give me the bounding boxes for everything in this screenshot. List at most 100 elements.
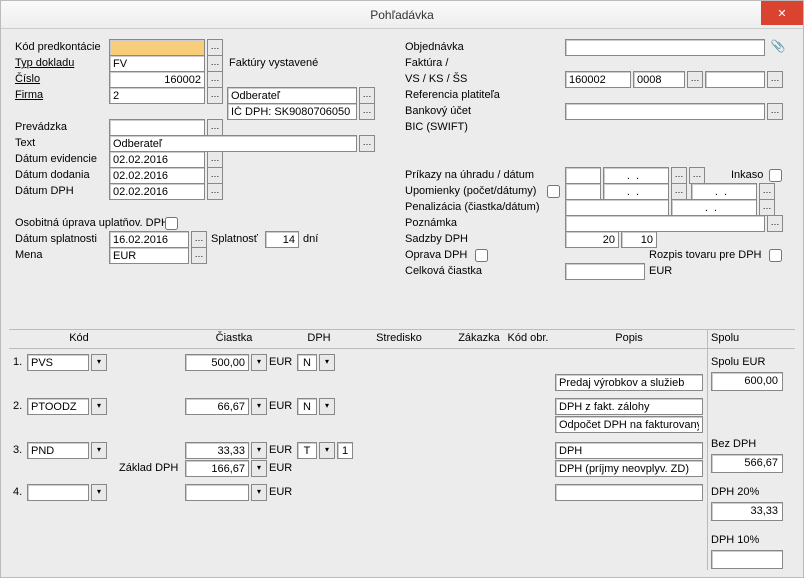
icdph-lookup[interactable] — [359, 103, 375, 120]
prikazy-date-input[interactable] — [603, 167, 669, 184]
zaklad-cur-lookup[interactable] — [251, 460, 267, 477]
row4-cur: EUR — [269, 486, 292, 498]
label-vs-ks-ss: VS / KS / ŠS — [405, 73, 467, 85]
text-lookup[interactable] — [359, 135, 375, 152]
oprava-dph-checkbox[interactable] — [475, 249, 488, 262]
prikazy-date-cal[interactable] — [671, 167, 687, 184]
firma-lookup[interactable] — [207, 87, 223, 104]
row1-ciastka[interactable] — [185, 354, 249, 371]
bankovy-ucet-input[interactable] — [565, 103, 765, 120]
datum-dodania-input[interactable] — [109, 167, 205, 184]
bankovy-ucet-lookup[interactable] — [767, 103, 783, 120]
celkova-input[interactable] — [565, 263, 645, 280]
label-celkova: Celková čiastka — [405, 265, 482, 277]
zaklad-ciastka[interactable] — [185, 460, 249, 477]
row2-popis2[interactable] — [555, 416, 703, 433]
row3-ciastka-cur[interactable] — [251, 442, 267, 459]
row3-ciastka[interactable] — [185, 442, 249, 459]
upomienky-date-input[interactable] — [603, 183, 669, 200]
rozpis-checkbox[interactable] — [769, 249, 782, 262]
titlebar: Pohľadávka ✕ — [1, 1, 803, 29]
row4-popis[interactable] — [555, 484, 703, 501]
datum-splatnosti-input[interactable] — [109, 231, 189, 248]
zaklad-popis[interactable] — [555, 460, 703, 477]
row4-kod[interactable] — [27, 484, 89, 501]
mena-lookup[interactable] — [191, 247, 207, 264]
typ-dokladu-input[interactable] — [109, 55, 205, 72]
datum-evidencie-input[interactable] — [109, 151, 205, 168]
row3-dph-lookup[interactable] — [319, 442, 335, 459]
firma-input[interactable] — [109, 87, 205, 104]
upomienky-checkbox[interactable] — [547, 185, 560, 198]
row1-kod[interactable] — [27, 354, 89, 371]
upomienky-cal2[interactable] — [759, 183, 775, 200]
datum-dph-cal[interactable] — [207, 183, 223, 200]
penalizacia-amount-input[interactable] — [565, 199, 669, 216]
row2-ciastka[interactable] — [185, 398, 249, 415]
poznamka-lookup[interactable] — [767, 215, 783, 232]
row1-popis[interactable] — [555, 374, 703, 391]
prevadzka-lookup[interactable] — [207, 119, 223, 136]
penalizacia-cal[interactable] — [759, 199, 775, 216]
ks-lookup[interactable] — [687, 71, 703, 88]
row4-ciastka-cur[interactable] — [251, 484, 267, 501]
firma-desc-input[interactable] — [227, 87, 357, 104]
datum-dodania-cal[interactable] — [207, 167, 223, 184]
mena-input[interactable] — [109, 247, 189, 264]
cislo-input[interactable] — [109, 71, 205, 88]
typ-dokladu-lookup[interactable] — [207, 55, 223, 72]
objednavka-input[interactable] — [565, 39, 765, 56]
row3-kod[interactable] — [27, 442, 89, 459]
ss-lookup[interactable] — [767, 71, 783, 88]
text-input[interactable] — [109, 135, 357, 152]
prikazy-count-input[interactable] — [565, 167, 601, 184]
label-sadzby-dph: Sadzby DPH — [405, 233, 468, 245]
row4-ciastka[interactable] — [185, 484, 249, 501]
sadzba1-input[interactable] — [565, 231, 619, 248]
label-datum-evidencie: Dátum evidencie — [15, 153, 97, 165]
row2-ciastka-cur[interactable] — [251, 398, 267, 415]
zaklad-cur: EUR — [269, 462, 292, 474]
row2-dph[interactable] — [297, 398, 317, 415]
row1-dph[interactable] — [297, 354, 317, 371]
sadzba2-input[interactable] — [621, 231, 657, 248]
vs-input[interactable] — [565, 71, 631, 88]
datum-dph-input[interactable] — [109, 183, 205, 200]
firma-desc-lookup[interactable] — [359, 87, 375, 104]
icdph-input[interactable] — [227, 103, 357, 120]
datum-evidencie-cal[interactable] — [207, 151, 223, 168]
splatnost-dni-input[interactable] — [265, 231, 299, 248]
prevadzka-input[interactable] — [109, 119, 205, 136]
label-poznamka: Poznámka — [405, 217, 457, 229]
row3-dph-extra[interactable] — [337, 442, 353, 459]
row1-dph-lookup[interactable] — [319, 354, 335, 371]
upomienky-count-input[interactable] — [565, 183, 601, 200]
ss-input[interactable] — [705, 71, 765, 88]
ks-input[interactable] — [633, 71, 685, 88]
row1-kod-lookup[interactable] — [91, 354, 107, 371]
row3-dph[interactable] — [297, 442, 317, 459]
label-text: Text — [15, 137, 35, 149]
kod-predkontacie-input[interactable] — [109, 39, 205, 56]
row2-kod[interactable] — [27, 398, 89, 415]
kod-predkontacie-lookup[interactable] — [207, 39, 223, 56]
row2-popis[interactable] — [555, 398, 703, 415]
datum-splatnosti-cal[interactable] — [191, 231, 207, 248]
osobitna-checkbox[interactable] — [165, 217, 178, 230]
upomienky-cal[interactable] — [671, 183, 687, 200]
close-button[interactable]: ✕ — [761, 1, 803, 25]
prikazy-extra[interactable] — [689, 167, 705, 184]
bez-dph-value: 566,67 — [711, 454, 783, 473]
cislo-lookup[interactable] — [207, 71, 223, 88]
attach-icon[interactable]: 📎 — [771, 39, 785, 53]
row2-dph-lookup[interactable] — [319, 398, 335, 415]
row1-ciastka-cur[interactable] — [251, 354, 267, 371]
poznamka-input[interactable] — [565, 215, 765, 232]
row3-kod-lookup[interactable] — [91, 442, 107, 459]
upomienky-date2-input[interactable] — [691, 183, 757, 200]
row3-popis[interactable] — [555, 442, 703, 459]
row2-kod-lookup[interactable] — [91, 398, 107, 415]
penalizacia-date-input[interactable] — [671, 199, 757, 216]
inkaso-checkbox[interactable] — [769, 169, 782, 182]
row4-kod-lookup[interactable] — [91, 484, 107, 501]
